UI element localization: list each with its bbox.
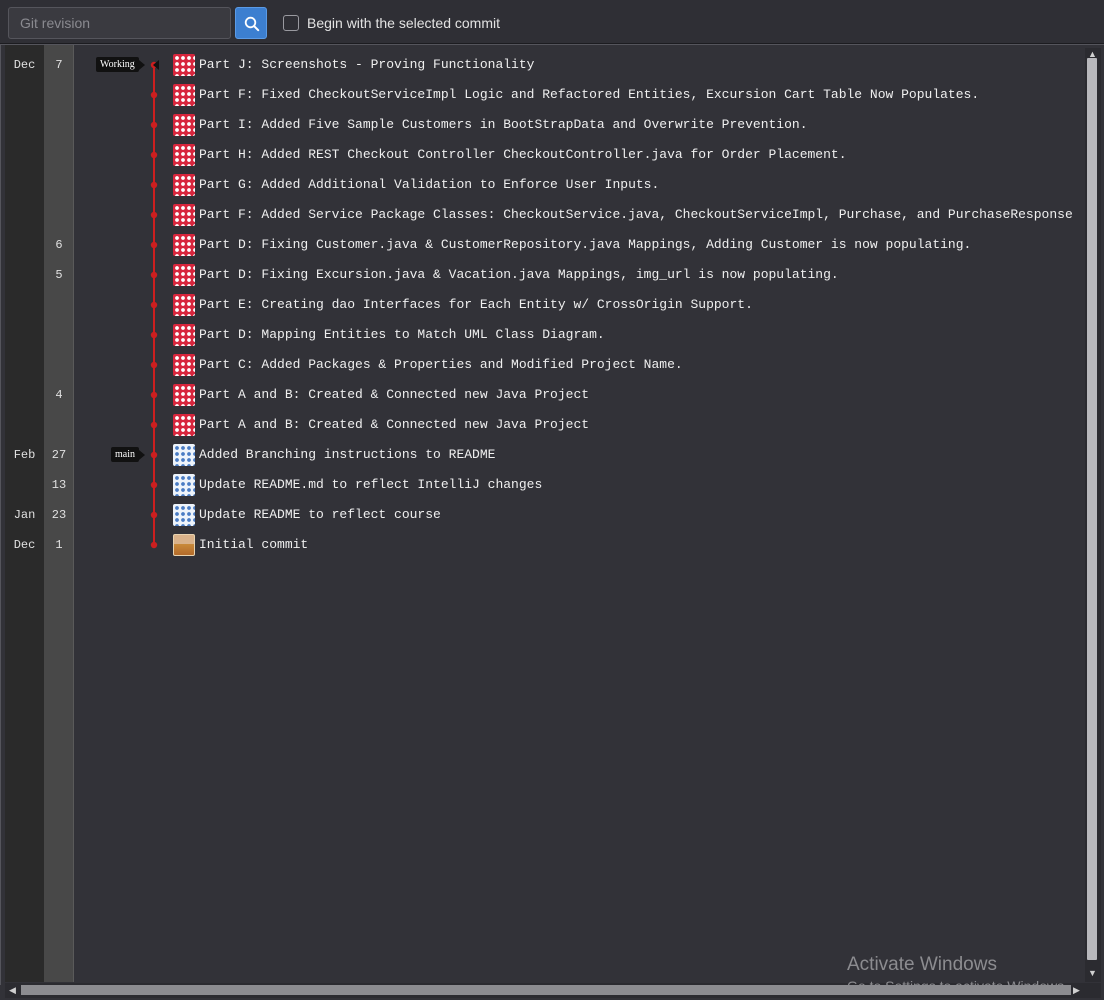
- commit-day: 1: [55, 538, 63, 552]
- commit-row[interactable]: 6 Part D: Fixing Customer.java & Customer…: [0, 230, 1104, 260]
- commit-message: Part A and B: Created & Connected new Ja…: [199, 387, 590, 402]
- author-avatar: [173, 144, 195, 166]
- commit-day: 7: [55, 58, 63, 72]
- author-avatar: [173, 504, 195, 526]
- author-avatar: [173, 294, 195, 316]
- activate-windows-watermark: Activate Windows Go to Settings to activ…: [847, 954, 1068, 995]
- commit-message: Part E: Creating dao Interfaces for Each…: [199, 297, 753, 312]
- commit-day: 27: [51, 448, 67, 462]
- branch-tag-pointer: [139, 450, 145, 460]
- vertical-scroll-thumb[interactable]: [1087, 58, 1097, 960]
- commit-message: Update README to reflect course: [199, 507, 441, 522]
- commit-row[interactable]: Part A and B: Created & Connected new Ja…: [0, 410, 1104, 440]
- author-avatar: [173, 204, 195, 226]
- commit-message: Added Branching instructions to README: [199, 447, 496, 462]
- commit-message: Part F: Added Service Package Classes: C…: [199, 207, 1073, 222]
- commit-day: 5: [55, 268, 63, 282]
- commit-row[interactable]: 5 Part D: Fixing Excursion.java & Vacatio…: [0, 260, 1104, 290]
- commit-row[interactable]: Part E: Creating dao Interfaces for Each…: [0, 290, 1104, 320]
- search-button[interactable]: [235, 7, 267, 39]
- author-avatar: [173, 54, 195, 76]
- author-avatar: [173, 444, 195, 466]
- commit-message: Part I: Added Five Sample Customers in B…: [199, 117, 808, 132]
- scroll-left-arrow-icon[interactable]: ◀: [9, 985, 16, 995]
- vertical-scrollbar[interactable]: ▲ ▼: [1085, 48, 1101, 982]
- commit-message: Initial commit: [199, 537, 309, 552]
- begin-with-selected-commit-option[interactable]: Begin with the selected commit: [283, 14, 500, 32]
- branch-tag[interactable]: Working: [96, 57, 139, 72]
- commit-message: Part J: Screenshots - Proving Functional…: [199, 57, 535, 72]
- commit-row[interactable]: Dec 7 Working Part J: Screenshots - Proving…: [0, 50, 1104, 80]
- commit-message: Part H: Added REST Checkout Controller C…: [199, 147, 847, 162]
- branch-tag[interactable]: main: [111, 447, 139, 462]
- author-avatar: [173, 174, 195, 196]
- author-avatar: [173, 234, 195, 256]
- commit-row[interactable]: Jan 23 Update README to reflect course: [0, 500, 1104, 530]
- commit-day: 23: [51, 508, 67, 522]
- author-avatar: [173, 264, 195, 286]
- commit-row[interactable]: Part G: Added Additional Validation to E…: [0, 170, 1104, 200]
- commit-row[interactable]: Part F: Fixed CheckoutServiceImpl Logic …: [0, 80, 1104, 110]
- commit-message: Part C: Added Packages & Properties and …: [199, 357, 683, 372]
- commit-row[interactable]: Feb 27 main Added Branching instructions to…: [0, 440, 1104, 470]
- author-avatar: [173, 84, 195, 106]
- commit-row[interactable]: Part C: Added Packages & Properties and …: [0, 350, 1104, 380]
- commit-message: Part A and B: Created & Connected new Ja…: [199, 417, 590, 432]
- search-icon: [244, 16, 260, 32]
- commit-day: 4: [55, 388, 63, 402]
- author-avatar: [173, 414, 195, 436]
- commit-message: Part D: Fixing Excursion.java & Vacation…: [199, 267, 839, 282]
- commit-month: Dec: [13, 58, 36, 72]
- commit-month: Dec: [13, 538, 36, 552]
- author-avatar: [173, 354, 195, 376]
- scroll-right-arrow-icon[interactable]: ▶: [1073, 985, 1080, 995]
- author-avatar: [173, 114, 195, 136]
- commit-month: Feb: [13, 448, 36, 462]
- scroll-down-arrow-icon[interactable]: ▼: [1088, 969, 1097, 978]
- commit-day: 6: [55, 238, 63, 252]
- author-avatar: [173, 324, 195, 346]
- commit-row[interactable]: 13 Update README.md to reflect IntelliJ c…: [0, 470, 1104, 500]
- watermark-subtitle: Go to Settings to activate Windows.: [847, 978, 1068, 994]
- commit-row[interactable]: Part H: Added REST Checkout Controller C…: [0, 140, 1104, 170]
- commit-row[interactable]: Part I: Added Five Sample Customers in B…: [0, 110, 1104, 140]
- commit-message: Part D: Fixing Customer.java & CustomerR…: [199, 237, 972, 252]
- author-avatar: [173, 384, 195, 406]
- commit-message: Update README.md to reflect IntelliJ cha…: [199, 477, 543, 492]
- commit-message: Part F: Fixed CheckoutServiceImpl Logic …: [199, 87, 980, 102]
- commit-row[interactable]: Part F: Added Service Package Classes: C…: [0, 200, 1104, 230]
- branch-tag-pointer: [139, 60, 145, 70]
- begin-with-selected-commit-checkbox[interactable]: [283, 15, 299, 31]
- commit-row[interactable]: 4 Part A and B: Created & Connected new J…: [0, 380, 1104, 410]
- author-avatar: [173, 534, 195, 556]
- commit-month: Jan: [13, 508, 36, 522]
- begin-with-selected-commit-label: Begin with the selected commit: [307, 15, 500, 31]
- watermark-title: Activate Windows: [847, 954, 997, 975]
- commit-day: 13: [51, 478, 67, 492]
- commit-message: Part D: Mapping Entities to Match UML Cl…: [199, 327, 605, 342]
- commit-message: Part G: Added Additional Validation to E…: [199, 177, 660, 192]
- commit-row[interactable]: Part D: Mapping Entities to Match UML Cl…: [0, 320, 1104, 350]
- author-avatar: [173, 474, 195, 496]
- commit-row[interactable]: Dec 1 Initial commit: [0, 530, 1104, 560]
- scrollbar-corner: [1085, 983, 1101, 998]
